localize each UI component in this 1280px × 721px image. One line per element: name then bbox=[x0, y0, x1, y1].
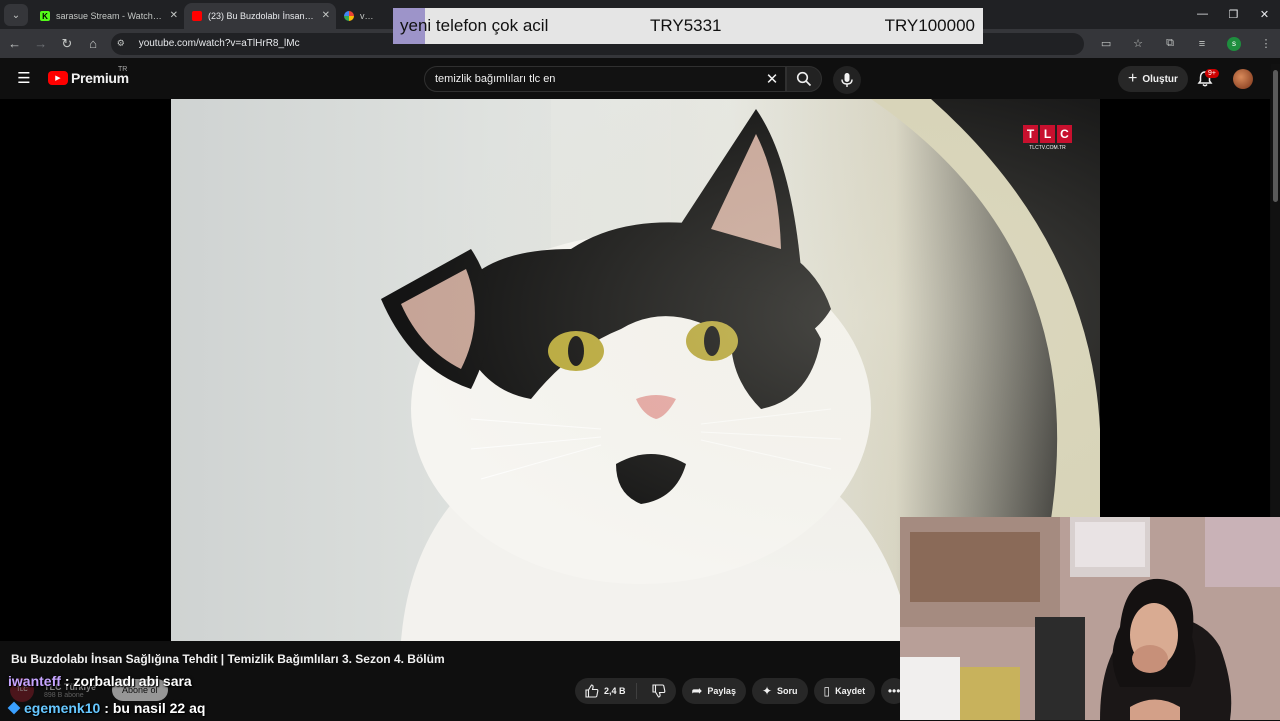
tab-title: sarasue Stream - Watch Live on bbox=[56, 11, 162, 21]
voice-search-button[interactable] bbox=[833, 66, 861, 94]
profile-initial: s bbox=[1227, 36, 1242, 51]
donation-message: yeni telefon çok acil bbox=[400, 16, 549, 35]
notification-count-badge: 9+ bbox=[1205, 69, 1219, 78]
streamer-webcam bbox=[900, 517, 1280, 720]
youtube-header: ☰ ▶ Premium TR ✕ + Oluştur 9+ bbox=[0, 58, 1280, 99]
close-window-icon[interactable]: ✕ bbox=[1249, 0, 1280, 28]
restore-icon[interactable]: ❐ bbox=[1218, 0, 1249, 28]
tab-kick-stream[interactable]: K sarasue Stream - Watch Live on ✕ bbox=[32, 3, 184, 29]
tab-title: village bbox=[360, 11, 374, 21]
media-controls-icon[interactable]: ≡ bbox=[1188, 32, 1216, 56]
create-label: Oluştur bbox=[1142, 73, 1178, 85]
account-avatar[interactable] bbox=[1233, 69, 1253, 89]
share-label: Paylaş bbox=[707, 686, 736, 696]
search-button[interactable] bbox=[786, 66, 822, 92]
ask-label: Soru bbox=[777, 686, 798, 696]
browser-menu-icon[interactable]: ⋮ bbox=[1252, 32, 1280, 56]
window-controls: — ❐ ✕ bbox=[1187, 0, 1280, 28]
stream-chat-overlay: iwanteff: zorbaladı abi sara egemenk10: … bbox=[7, 667, 206, 721]
sparkle-icon: ✦ bbox=[761, 684, 773, 698]
chat-message: egemenk10: bu nasil 22 aq bbox=[7, 694, 206, 721]
bookmark-icon: ▯ bbox=[823, 684, 831, 698]
close-tab-icon[interactable]: ✕ bbox=[322, 10, 330, 21]
donation-amount: TRY100000 bbox=[884, 16, 975, 35]
reload-icon[interactable]: ↻ bbox=[55, 32, 78, 56]
youtube-play-icon: ▶ bbox=[48, 71, 68, 85]
tlc-site: TLCTV.COM.TR bbox=[1029, 145, 1066, 151]
like-count: 2,4 B bbox=[604, 686, 626, 696]
scrollbar-thumb[interactable] bbox=[1273, 70, 1278, 202]
plus-icon: + bbox=[1128, 70, 1138, 87]
like-dislike-group: 2,4 B bbox=[575, 678, 676, 704]
clear-search-icon[interactable]: ✕ bbox=[759, 70, 785, 88]
tlc-letter: C bbox=[1057, 125, 1072, 143]
forward-arrow-icon[interactable]: → bbox=[29, 32, 52, 56]
tab-google-village[interactable]: village bbox=[336, 3, 396, 29]
search-box: ✕ bbox=[424, 66, 786, 92]
search-input[interactable] bbox=[425, 72, 759, 86]
webcam-image bbox=[900, 517, 1280, 720]
region-code: TR bbox=[118, 66, 128, 73]
tlc-channel-logo: T L C TLCTV.COM.TR bbox=[1023, 125, 1072, 151]
chat-text: : zorbaladı abi sara bbox=[64, 672, 192, 689]
tab-search-button[interactable]: ⌄ bbox=[4, 4, 28, 26]
donation-from: TRY5331 bbox=[650, 16, 722, 35]
toolbar-actions: ▭ ☆ ⧉ ≡ s ⋮ bbox=[1092, 32, 1280, 56]
extensions-icon[interactable]: ⧉ bbox=[1156, 32, 1184, 56]
microphone-icon bbox=[841, 73, 853, 87]
youtube-icon bbox=[192, 11, 202, 21]
youtube-logo[interactable]: ▶ Premium TR bbox=[48, 66, 129, 86]
more-dots-icon: ••• bbox=[887, 684, 901, 698]
donation-alert: yeni telefon çok acil TRY5331 TRY100000 bbox=[393, 8, 983, 44]
bookmark-star-icon[interactable]: ☆ bbox=[1124, 32, 1152, 56]
chat-text: : bu nasil 22 aq bbox=[104, 699, 206, 716]
save-button[interactable]: ▯ Kaydet bbox=[813, 678, 876, 704]
menu-icon[interactable]: ☰ bbox=[14, 70, 34, 88]
thumbs-down-icon bbox=[651, 684, 665, 698]
tlc-letter: T bbox=[1023, 125, 1038, 143]
ask-button[interactable]: ✦ Soru bbox=[751, 678, 808, 704]
close-tab-icon[interactable]: ✕ bbox=[170, 10, 178, 21]
back-arrow-icon[interactable]: ← bbox=[3, 32, 26, 56]
home-icon[interactable]: ⌂ bbox=[82, 32, 105, 56]
create-button[interactable]: + Oluştur bbox=[1118, 66, 1188, 92]
minimize-icon[interactable]: — bbox=[1187, 0, 1218, 28]
tab-title: (23) Bu Buzdolabı İnsan Sağlığı bbox=[208, 11, 314, 21]
address-url: youtube.com/watch?v=aTlHrR8_lMc bbox=[138, 38, 300, 49]
profile-avatar[interactable]: s bbox=[1220, 32, 1248, 56]
site-info-icon[interactable]: ⚙ bbox=[117, 38, 131, 49]
google-icon bbox=[344, 11, 354, 21]
tlc-letter: L bbox=[1040, 125, 1055, 143]
install-app-icon[interactable]: ▭ bbox=[1092, 32, 1120, 56]
dislike-button[interactable] bbox=[642, 684, 676, 698]
tab-youtube-video[interactable]: (23) Bu Buzdolabı İnsan Sağlığı ✕ bbox=[184, 3, 336, 29]
chat-username: egemenk10 bbox=[24, 699, 101, 716]
save-label: Kaydet bbox=[835, 686, 866, 696]
video-actions: 2,4 B ➦ Paylaş ✦ Soru ▯ Kaydet ••• bbox=[575, 678, 908, 704]
like-button[interactable]: 2,4 B bbox=[575, 683, 637, 699]
chat-username: iwanteff bbox=[8, 672, 61, 689]
video-title: Bu Buzdolabı İnsan Sağlığına Tehdit | Te… bbox=[11, 652, 445, 666]
thumbs-up-icon bbox=[585, 684, 599, 698]
share-button[interactable]: ➦ Paylaş bbox=[681, 678, 746, 704]
kick-icon: K bbox=[40, 11, 50, 21]
search-icon bbox=[796, 71, 812, 87]
chat-message: iwanteff: zorbaladı abi sara bbox=[8, 667, 205, 694]
share-icon: ➦ bbox=[691, 683, 703, 698]
chat-badge-icon bbox=[7, 701, 21, 714]
